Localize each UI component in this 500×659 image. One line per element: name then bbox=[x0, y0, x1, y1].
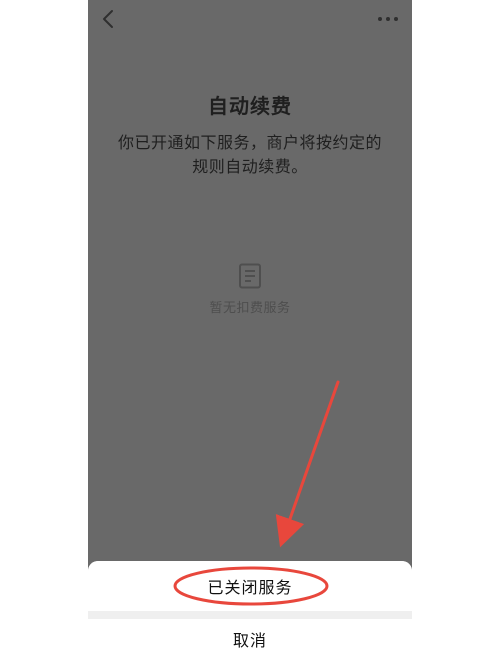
service-status-item: 已关闭服务 bbox=[88, 561, 412, 611]
empty-state-text: 暂无扣费服务 bbox=[209, 301, 291, 316]
top-navigation-bar bbox=[88, 0, 412, 42]
page-description: 你已开通如下服务，商户将按约定的规则自动续费。 bbox=[118, 133, 383, 176]
chevron-left-icon[interactable] bbox=[98, 8, 120, 30]
sheet-separator bbox=[88, 611, 412, 619]
cancel-button[interactable]: 取消 bbox=[88, 619, 412, 659]
document-icon bbox=[239, 263, 261, 289]
page: 自动续费 你已开通如下服务，商户将按约定的规则自动续费。 暂无扣费服务 已关闭服… bbox=[0, 0, 500, 659]
more-dots-icon[interactable] bbox=[376, 10, 400, 28]
bottom-action-sheet: 已关闭服务 取消 bbox=[88, 561, 412, 659]
page-title: 自动续费 bbox=[208, 94, 292, 118]
